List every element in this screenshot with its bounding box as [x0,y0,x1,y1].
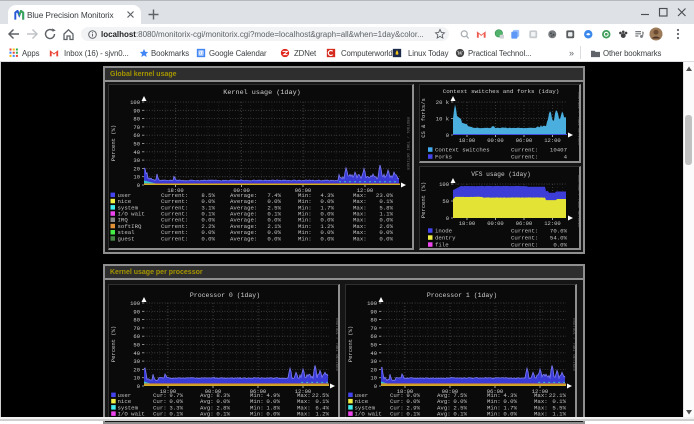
svg-text:20: 20 [133,366,140,373]
svg-text:0: 0 [446,132,449,139]
svg-text:60: 60 [133,333,140,340]
svg-text:100: 100 [130,300,140,307]
svg-text:Context switches: Context switches [435,147,490,154]
svg-text:40: 40 [370,350,377,357]
svg-text:W: W [457,51,463,57]
svg-text:60: 60 [133,132,140,139]
svg-text:06:00: 06:00 [516,220,533,227]
svg-text:4: 4 [564,154,568,161]
svg-text:100: 100 [130,99,140,106]
svg-text:Processor 1 (1day): Processor 1 (1day) [427,292,497,299]
svg-text:Forks: Forks [435,154,452,161]
svg-text:0: 0 [137,182,140,189]
svg-text:40: 40 [133,350,140,357]
svg-text:70: 70 [133,325,140,332]
svg-text:RRDTOOL / TOBI OETIKER: RRDTOOL / TOBI OETIKER [334,318,339,371]
svg-text:80: 80 [133,317,140,324]
svg-text:20 k: 20 k [436,99,450,106]
svg-text:VFS usage (1day): VFS usage (1day) [471,171,530,178]
svg-text:RRDTOOL / TOBI OETIKER: RRDTOOL / TOBI OETIKER [405,117,410,170]
svg-text:Current:: Current: [511,242,538,249]
svg-text:inode: inode [435,228,453,235]
svg-text:RRDTOOL / TOBI OETIKER: RRDTOOL / TOBI OETIKER [576,92,581,145]
svg-text:file: file [435,242,449,249]
svg-text:10: 10 [370,375,377,382]
svg-text:Current:: Current: [511,154,538,161]
svg-text:CS & forks/s: CS & forks/s [420,98,427,138]
svg-text:0.0%: 0.0% [320,235,334,242]
svg-text:18:00: 18:00 [459,220,476,227]
svg-text:50: 50 [370,342,377,349]
svg-text:70.6%: 70.6% [550,228,568,235]
svg-text:Kernel usage (1day): Kernel usage (1day) [223,89,301,97]
svg-text:50: 50 [133,141,140,148]
svg-text:20: 20 [370,366,377,373]
svg-text:Max:: Max: [353,235,367,242]
svg-text:90: 90 [370,308,377,315]
svg-text:06:00: 06:00 [516,137,533,144]
svg-text:Average:: Average: [230,235,257,242]
svg-text:12:00: 12:00 [544,220,561,227]
svg-text:12:00: 12:00 [544,137,561,144]
svg-text:31: 31 [198,51,204,56]
svg-text:30: 30 [133,157,140,164]
svg-text:50: 50 [133,342,140,349]
svg-text:Context switches and forks (1: Context switches and forks (1day) [443,88,560,95]
svg-text:00:00: 00:00 [487,220,504,227]
svg-text:Current:: Current: [511,228,538,235]
svg-text:0.0%: 0.0% [267,235,281,242]
svg-text:0: 0 [137,383,140,390]
svg-text:Percent (%): Percent (%) [420,182,427,218]
svg-text:Percent (%): Percent (%) [110,125,117,161]
svg-text:80: 80 [133,116,140,123]
svg-text:50: 50 [442,198,449,205]
svg-text:60: 60 [370,333,377,340]
svg-text:Current:: Current: [161,235,188,242]
svg-text:dentry: dentry [435,235,456,242]
svg-text:0: 0 [374,383,377,390]
svg-text:30: 30 [133,358,140,365]
svg-text:20: 20 [133,165,140,172]
svg-text:Percent (%): Percent (%) [347,326,354,362]
svg-text:Percent (%): Percent (%) [110,326,117,362]
svg-text:0.0%: 0.0% [553,242,567,249]
svg-text:0.0%: 0.0% [379,235,393,242]
svg-text:10: 10 [133,174,140,181]
svg-text:10: 10 [133,375,140,382]
svg-text:100: 100 [367,300,377,307]
svg-text:RRDTOOL / TOBI OETIKER: RRDTOOL / TOBI OETIKER [576,175,581,228]
svg-text:54.0%: 54.0% [550,235,568,242]
svg-text:00:00: 00:00 [487,137,504,144]
svg-text:guest: guest [118,235,135,242]
svg-text:RRDTOOL / TOBI OETIKER: RRDTOOL / TOBI OETIKER [571,318,576,371]
svg-text:40: 40 [133,149,140,156]
svg-text:90: 90 [133,308,140,315]
svg-text:0: 0 [446,215,449,222]
svg-text:100: 100 [439,181,449,188]
svg-text:70: 70 [370,325,377,332]
svg-text:30: 30 [370,358,377,365]
svg-text:Current:: Current: [511,147,538,154]
svg-text:0.0%: 0.0% [201,235,215,242]
svg-text:10407: 10407 [550,147,567,154]
svg-text:Current:: Current: [511,235,538,242]
svg-text:70: 70 [133,124,140,131]
svg-text:10 k: 10 k [436,116,450,123]
svg-text:Processor 0 (1day): Processor 0 (1day) [190,292,260,299]
svg-text:Min:: Min: [298,235,312,242]
svg-text:18:00: 18:00 [459,137,476,144]
svg-text:80: 80 [370,317,377,324]
svg-text:90: 90 [133,107,140,114]
